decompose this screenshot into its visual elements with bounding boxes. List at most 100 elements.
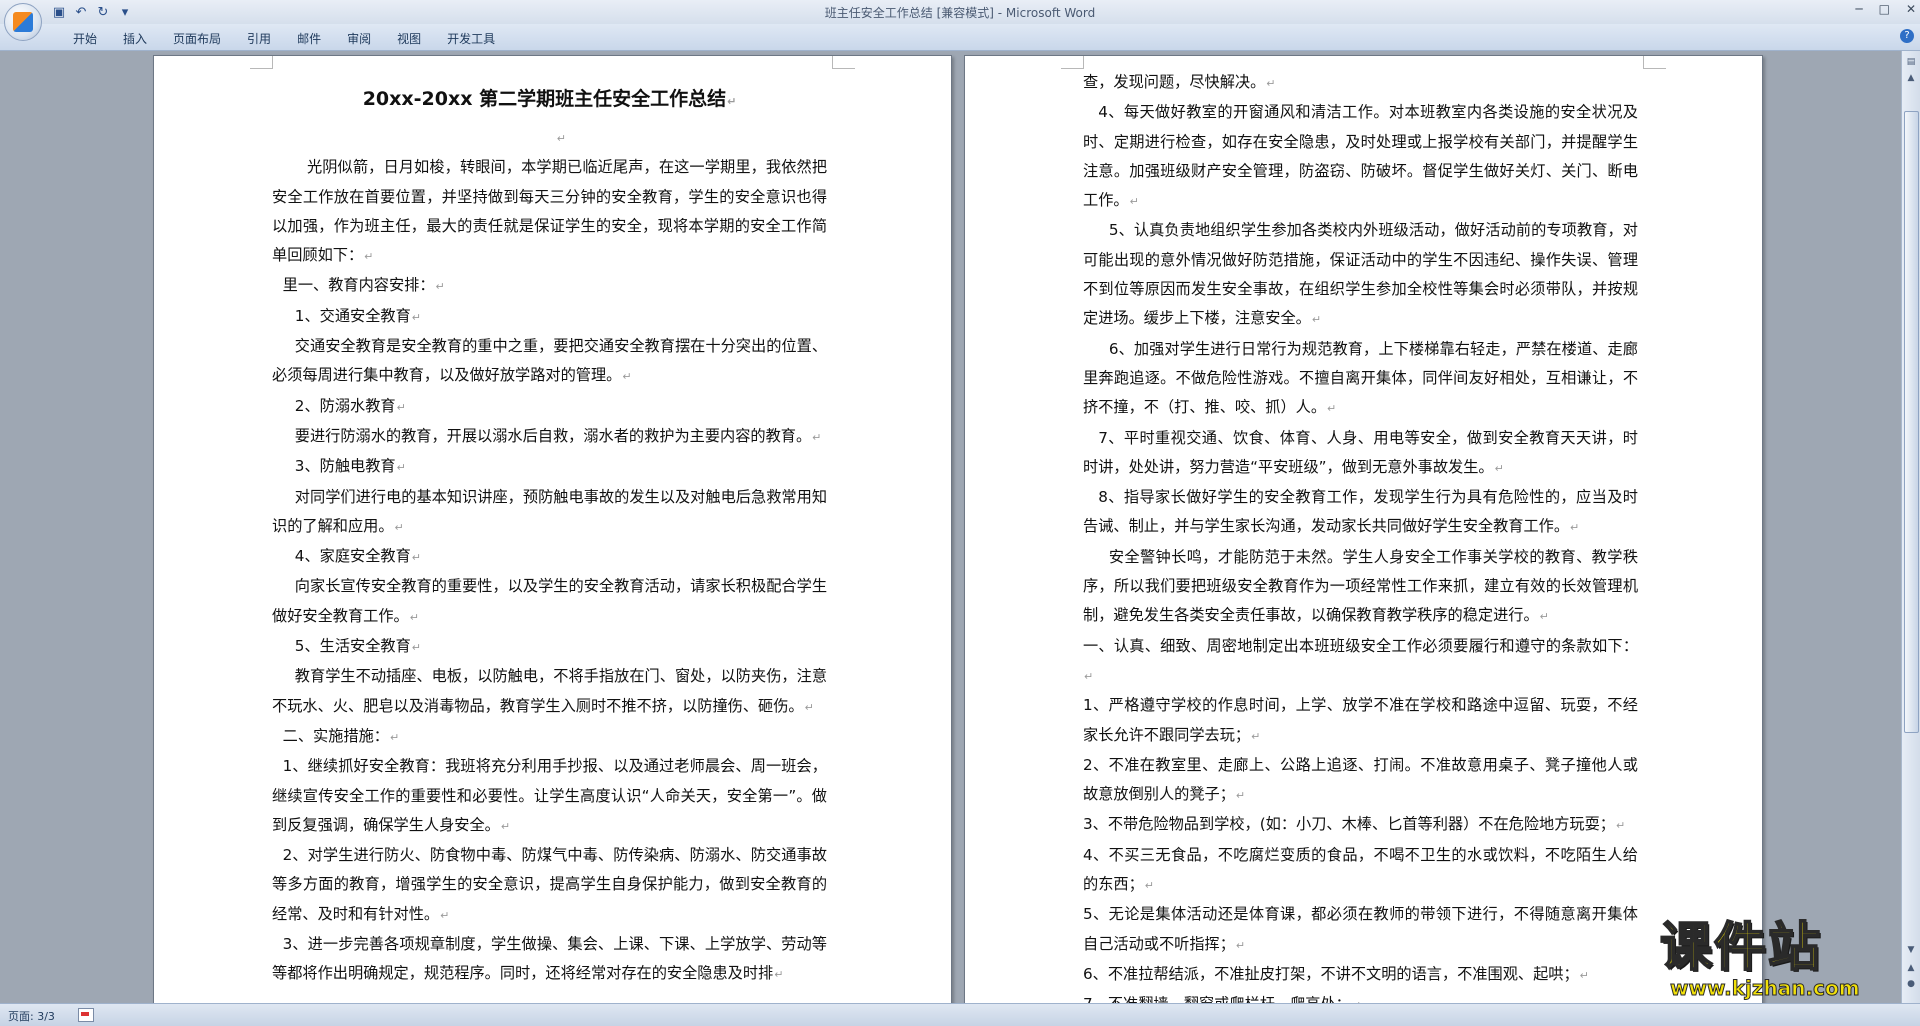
paragraph: 6、不准拉帮结派，不准扯皮打架，不讲不文明的语言，不准围观、起哄；↵: [1083, 960, 1638, 990]
paragraph: 1、交通安全教育↵: [272, 302, 827, 332]
tab-view[interactable]: 视图: [384, 30, 434, 47]
select-browse-object-icon[interactable]: ●: [1904, 977, 1918, 991]
ruler-toggle-icon[interactable]: ▤: [1904, 55, 1918, 69]
paragraph-mark: ↵: [804, 700, 814, 714]
paragraph: 2、对学生进行防火、防食物中毒、防煤气中毒、防传染病、防溺水、防交通事故等多方面…: [272, 841, 827, 930]
paragraph: ↵: [272, 123, 827, 153]
paragraph-mark: ↵: [622, 370, 632, 384]
paragraph-mark: ↵: [409, 610, 419, 624]
document-page-right[interactable]: 查，发现问题，尽快解决。↵ 4、每天做好教室的开窗通风和清洁工作。对本班教室内各类…: [964, 55, 1763, 1003]
paragraph: 4、每天做好教室的开窗通风和清洁工作。对本班教室内各类设施的安全状况及时、定期进…: [1083, 98, 1638, 216]
paragraph-mark: ↵: [812, 430, 822, 444]
paragraph: 光阴似箭，日月如梭，转眼间，本学期已临近尾声，在这一学期里，我依然把安全工作放在…: [272, 153, 827, 271]
paragraph-mark: ↵: [411, 551, 421, 565]
paragraph-text: 安全警钟长鸣，才能防范于未然。学生人身安全工作事关学校的教育、教学秩序，所以我们…: [1083, 547, 1638, 625]
tab-references[interactable]: 引用: [234, 30, 284, 47]
tab-mailings[interactable]: 邮件: [284, 30, 334, 47]
close-icon[interactable]: ✕: [1906, 2, 1916, 16]
window-controls: ─ □ ✕: [1855, 2, 1916, 16]
paragraph-text: 交通安全教育是安全教育的重中之重，要把交通安全教育摆在十分突出的位置、必须每周进…: [272, 337, 827, 385]
paragraph: 7、不准翻墙、翻窗或爬栏杆、爬高处；↵: [1083, 990, 1638, 1003]
paragraph-mark: ↵: [435, 280, 445, 294]
paragraph-text: 8、指导家长做好学生的安全教育工作，发现学生行为具有危险性的，应当及时告诫、制止…: [1083, 488, 1638, 536]
document-area: 20xx-20xx 第二学期班主任安全工作总结↵ ↵ 光阴似箭，日月如梭，转眼间，…: [0, 51, 1902, 1003]
help-icon[interactable]: ?: [1900, 29, 1914, 43]
tab-insert[interactable]: 插入: [110, 30, 160, 47]
document-title: 20xx-20xx 第二学期班主任安全工作总结↵: [362, 88, 737, 110]
paragraph-mark: ↵: [1144, 879, 1154, 893]
paragraph-mark: ↵: [389, 730, 400, 744]
paragraph-mark: ↵: [1235, 789, 1246, 803]
paragraph-text: 2、不准在教室里、走廊上、公路上追逐、打闹。不准故意用桌子、凳子撞他人或故意放倒…: [1083, 755, 1638, 804]
watermark-logo: 课件站: [1659, 918, 1823, 978]
paragraph-text: 7、平时重视交通、饮食、体育、人身、用电等安全，做到安全教育天天讲，时时讲，处处…: [1083, 428, 1638, 476]
paragraph-mark: ↵: [1311, 313, 1322, 327]
page-indicator[interactable]: 页面: 3/3: [8, 1008, 55, 1024]
paragraph-mark: ↵: [1615, 819, 1626, 833]
paragraph: 一、认真、细致、周密地制定出本班班级安全工作必须要履行和遵守的条款如下： ↵: [1083, 632, 1638, 692]
paragraph-text: 4、每天做好教室的开窗通风和清洁工作。对本班教室内各类设施的安全状况及时、定期进…: [1083, 103, 1638, 210]
tab-developer[interactable]: 开发工具: [434, 30, 508, 47]
paragraph: 2、不准在教室里、走廊上、公路上追逐、打闹。不准故意用桌子、凳子撞他人或故意放倒…: [1083, 751, 1638, 811]
minimize-icon[interactable]: ─: [1855, 2, 1862, 16]
tab-page-layout[interactable]: 页面布局: [160, 30, 234, 47]
paragraph: 3、不带危险物品到学校，(如：小刀、木棒、匕首等利器）不在危险地方玩耍；↵: [1083, 810, 1638, 840]
paragraph-mark: ↵: [364, 250, 374, 264]
paragraph-text: 向家长宣传安全教育的重要性，以及学生的安全教育活动，请家长积极配合学生做好安全教…: [272, 577, 827, 625]
previous-page-icon[interactable]: ▲: [1904, 961, 1918, 975]
paragraph: 查，发现问题，尽快解决。↵: [1083, 68, 1638, 98]
office-button[interactable]: [4, 3, 42, 41]
page-text: 20xx-20xx 第二学期班主任安全工作总结↵ ↵ 光阴似箭，日月如梭，转眼间，…: [272, 78, 827, 990]
ribbon-tabs: 开始 插入 页面布局 引用 邮件 审阅 视图 开发工具: [60, 30, 508, 47]
paragraph-mark: ↵: [1084, 669, 1094, 683]
paragraph-mark: ↵: [1129, 195, 1139, 209]
paragraph-mark: ↵: [394, 520, 404, 534]
paragraph: 交通安全教育是安全教育的重中之重，要把交通安全教育摆在十分突出的位置、必须每周进…: [272, 332, 827, 392]
paragraph-text: 1、严格遵守学校的作息时间，上学、放学不准在学校和路途中逗留、玩耍，不经家长允许…: [1083, 696, 1638, 744]
tab-review[interactable]: 审阅: [334, 30, 384, 47]
paragraph: 6、加强对学生进行日常行为规范教育，上下楼梯靠右轻走，严禁在楼道、走廊里奔跑追逐…: [1083, 335, 1638, 424]
paragraph-text: 里一、教育内容安排：: [282, 276, 435, 295]
paragraph-text: 6、不准拉帮结派，不准扯皮打架，不讲不文明的语言，不准围观、起哄；: [1083, 964, 1579, 983]
paragraph: 对同学们进行电的基本知识讲座，预防触电事故的发生以及对触电后急救常用知识的了解和…: [272, 483, 827, 543]
vertical-scrollbar[interactable]: ▤ ▲ ▼ ▲ ●: [1901, 51, 1920, 1003]
paragraph: 里一、教育内容安排：↵: [272, 271, 827, 301]
scrollbar-thumb[interactable]: [1904, 111, 1919, 733]
paragraph-mark: ↵: [440, 908, 450, 922]
paragraph-mark: ↵: [1251, 729, 1261, 743]
crop-mark: [250, 56, 273, 69]
paragraph-text: 3、进一步完善各项规章制度，学生做操、集会、上课、下课、上学放学、劳动等等都将作…: [272, 935, 827, 983]
paragraph-text: 5、无论是集体活动还是体育课，都必须在教师的带领下进行，不得随意离开集体自己活动…: [1083, 905, 1638, 953]
paragraph: 安全警钟长鸣，才能防范于未然。学生人身安全工作事关学校的教育、教学秩序，所以我们…: [1083, 543, 1638, 632]
paragraph-mark: ↵: [500, 819, 511, 833]
scroll-down-icon[interactable]: ▼: [1904, 943, 1918, 957]
paragraph-mark: ↵: [396, 461, 406, 475]
paragraph-text: 4、不买三无食品，不吃腐烂变质的食品，不喝不卫生的水或饮料，不吃陌生人给的东西；: [1083, 845, 1638, 894]
status-bar: 页面: 3/3: [0, 1003, 1920, 1026]
page-text: 查，发现问题，尽快解决。↵ 4、每天做好教室的开窗通风和清洁工作。对本班教室内各类…: [1083, 68, 1638, 1003]
ribbon-tab-bar: 开始 插入 页面布局 引用 邮件 审阅 视图 开发工具 ?: [0, 24, 1920, 51]
paragraph-text: 2、对学生进行防火、防食物中毒、防煤气中毒、防传染病、防溺水、防交通事故等多方面…: [272, 846, 827, 923]
paragraph-text: 6、加强对学生进行日常行为规范教育，上下楼梯靠右轻走，严禁在楼道、走廊里奔跑追逐…: [1083, 339, 1638, 417]
paragraph: 5、生活安全教育↵: [272, 632, 827, 662]
paragraph-text: 对同学们进行电的基本知识讲座，预防触电事故的发生以及对触电后急救常用知识的了解和…: [272, 487, 827, 535]
proofing-status-icon[interactable]: [78, 1008, 94, 1022]
paragraph: 5、无论是集体活动还是体育课，都必须在教师的带领下进行，不得随意离开集体自己活动…: [1083, 900, 1638, 960]
watermark-url: www.kjzhan.com: [1670, 976, 1861, 1001]
paragraph-mark: ↵: [1235, 938, 1246, 952]
paragraph: 要进行防溺水的教育，开展以溺水后自救，溺水者的救护为主要内容的教育。↵: [272, 422, 827, 452]
paragraph-mark: ↵: [411, 310, 421, 324]
tab-home[interactable]: 开始: [60, 30, 110, 47]
paragraph: 4、家庭安全教育↵: [272, 542, 827, 572]
maximize-icon[interactable]: □: [1879, 2, 1890, 16]
paragraph-mark: ↵: [556, 132, 566, 145]
paragraph-text: 一、认真、细致、周密地制定出本班班级安全工作必须要履行和遵守的条款如下：: [1083, 636, 1638, 655]
paragraph-mark: ↵: [1570, 521, 1580, 535]
paragraph-text: 二、实施措施：: [282, 726, 389, 745]
paragraph: 5、认真负责地组织学生参加各类校内外班级活动，做好活动前的专项教育，对可能出现的…: [1083, 216, 1638, 334]
paragraph-text: 5、生活安全教育: [294, 637, 411, 656]
paragraph-mark: ↵: [396, 400, 406, 414]
document-page-left[interactable]: 20xx-20xx 第二学期班主任安全工作总结↵ ↵ 光阴似箭，日月如梭，转眼间，…: [153, 55, 952, 1003]
scroll-up-icon[interactable]: ▲: [1904, 71, 1918, 85]
paragraph-text: 光阴似箭，日月如梭，转眼间，本学期已临近尾声，在这一学期里，我依然把安全工作放在…: [272, 158, 827, 265]
